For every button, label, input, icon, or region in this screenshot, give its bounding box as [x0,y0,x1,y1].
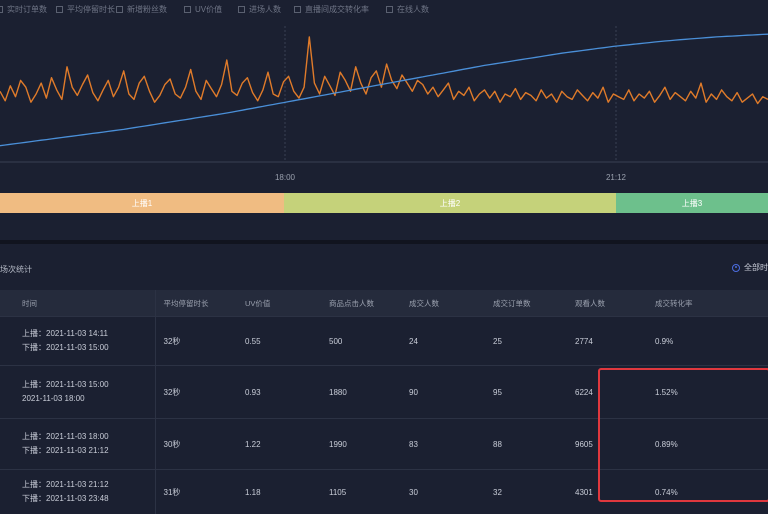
legend-item-entrants[interactable]: 进场人数 [238,4,281,15]
timeline-segment-3[interactable]: 上播3 [616,193,768,213]
legend-item-uv[interactable]: UV价值 [184,4,222,15]
table-row[interactable]: 上播：2021-11-03 21:12下播：2021-11-03 23:48 3… [0,470,768,514]
checkbox-icon [238,6,245,13]
table-cell: 9605 [567,419,647,470]
legend-item-orders[interactable]: 实时订单数 [0,4,47,15]
column-header-uv[interactable]: UV价值 [237,290,321,317]
time-cell: 上播：2021-11-03 21:12下播：2021-11-03 23:48 [0,470,155,514]
checkbox-icon [386,6,393,13]
checkbox-icon [184,6,191,13]
checkbox-icon [0,6,3,13]
table-cell: 88 [485,419,567,470]
table-cell: 95 [485,366,567,419]
timeline-segment-2[interactable]: 上播2 [284,193,616,213]
checkbox-icon [294,6,301,13]
table-cell: 90 [401,366,485,419]
table-cell: 25 [485,317,567,366]
table-cell: 1105 [321,470,401,514]
table-cell: 0.93 [237,366,321,419]
table-cell: 0.55 [237,317,321,366]
table-cell: 1.22 [237,419,321,470]
legend-item-avg-stay[interactable]: 平均停留时长 [56,4,115,15]
table-cell: 83 [401,419,485,470]
table-cell: 30秒 [155,419,237,470]
section-divider [0,240,768,244]
column-header-viewers[interactable]: 观看人数 [567,290,647,317]
table-cell: 0.9% [647,317,768,366]
series-line-1 [0,34,768,146]
table-row[interactable]: 上播：2021-11-03 14:11下播：2021-11-03 15:00 3… [0,317,768,366]
legend-item-conversion[interactable]: 直播间成交转化率 [294,4,369,15]
table-row[interactable]: 上播：2021-11-03 15:002021-11-03 18:00 32秒 … [0,366,768,419]
table-cell: 24 [401,317,485,366]
legend-item-new-fans[interactable]: 新增粉丝数 [116,4,167,15]
table-cell: 1.52% [647,366,768,419]
column-header-orders[interactable]: 成交订单数 [485,290,567,317]
live-session-timeline: 上播1 上播2 上播3 [0,193,768,213]
time-cell: 上播：2021-11-03 15:002021-11-03 18:00 [0,366,155,419]
column-header-buyers[interactable]: 成交人数 [401,290,485,317]
checkbox-icon [56,6,63,13]
column-header-conversion[interactable]: 成交转化率 [647,290,768,317]
table-cell: 30 [401,470,485,514]
series-line-0 [0,37,768,104]
chart-legend: 实时订单数 平均停留时长 新增粉丝数 UV价值 进场人数 直播间成交转化率 在线… [0,0,768,18]
table-cell: 4301 [567,470,647,514]
legend-item-online[interactable]: 在线人数 [386,4,429,15]
x-tick-label: 21:12 [606,173,627,182]
table-row[interactable]: 上播：2021-11-03 18:00下播：2021-11-03 21:12 3… [0,419,768,470]
section-title: 场次统计 [0,264,32,275]
table-cell: 1.18 [237,470,321,514]
column-header-clicks[interactable]: 商品点击人数 [321,290,401,317]
table-cell: 2774 [567,317,647,366]
time-cell: 上播：2021-11-03 14:11下播：2021-11-03 15:00 [0,317,155,366]
column-header-time[interactable]: 时间 [0,290,155,317]
time-cell: 上播：2021-11-03 18:00下播：2021-11-03 21:12 [0,419,155,470]
table-cell: 1990 [321,419,401,470]
session-stats-table: 时间 平均停留时长 UV价值 商品点击人数 成交人数 成交订单数 观看人数 成交… [0,290,768,514]
show-all-toggle[interactable]: 全部时 [732,262,768,273]
table-cell: 1880 [321,366,401,419]
table-cell: 6224 [567,366,647,419]
table-cell: 31秒 [155,470,237,514]
table-header-row: 时间 平均停留时长 UV价值 商品点击人数 成交人数 成交订单数 观看人数 成交… [0,290,768,317]
table-cell: 0.74% [647,470,768,514]
column-header-avg-stay[interactable]: 平均停留时长 [155,290,237,317]
checkbox-icon [116,6,123,13]
table-cell: 32秒 [155,317,237,366]
line-chart: 18:00 21:12 [0,18,768,190]
timeline-segment-1[interactable]: 上播1 [0,193,284,213]
table-cell: 32 [485,470,567,514]
table-cell: 0.89% [647,419,768,470]
x-tick-label: 18:00 [275,173,296,182]
radio-icon [732,264,740,272]
table-cell: 32秒 [155,366,237,419]
table-cell: 500 [321,317,401,366]
